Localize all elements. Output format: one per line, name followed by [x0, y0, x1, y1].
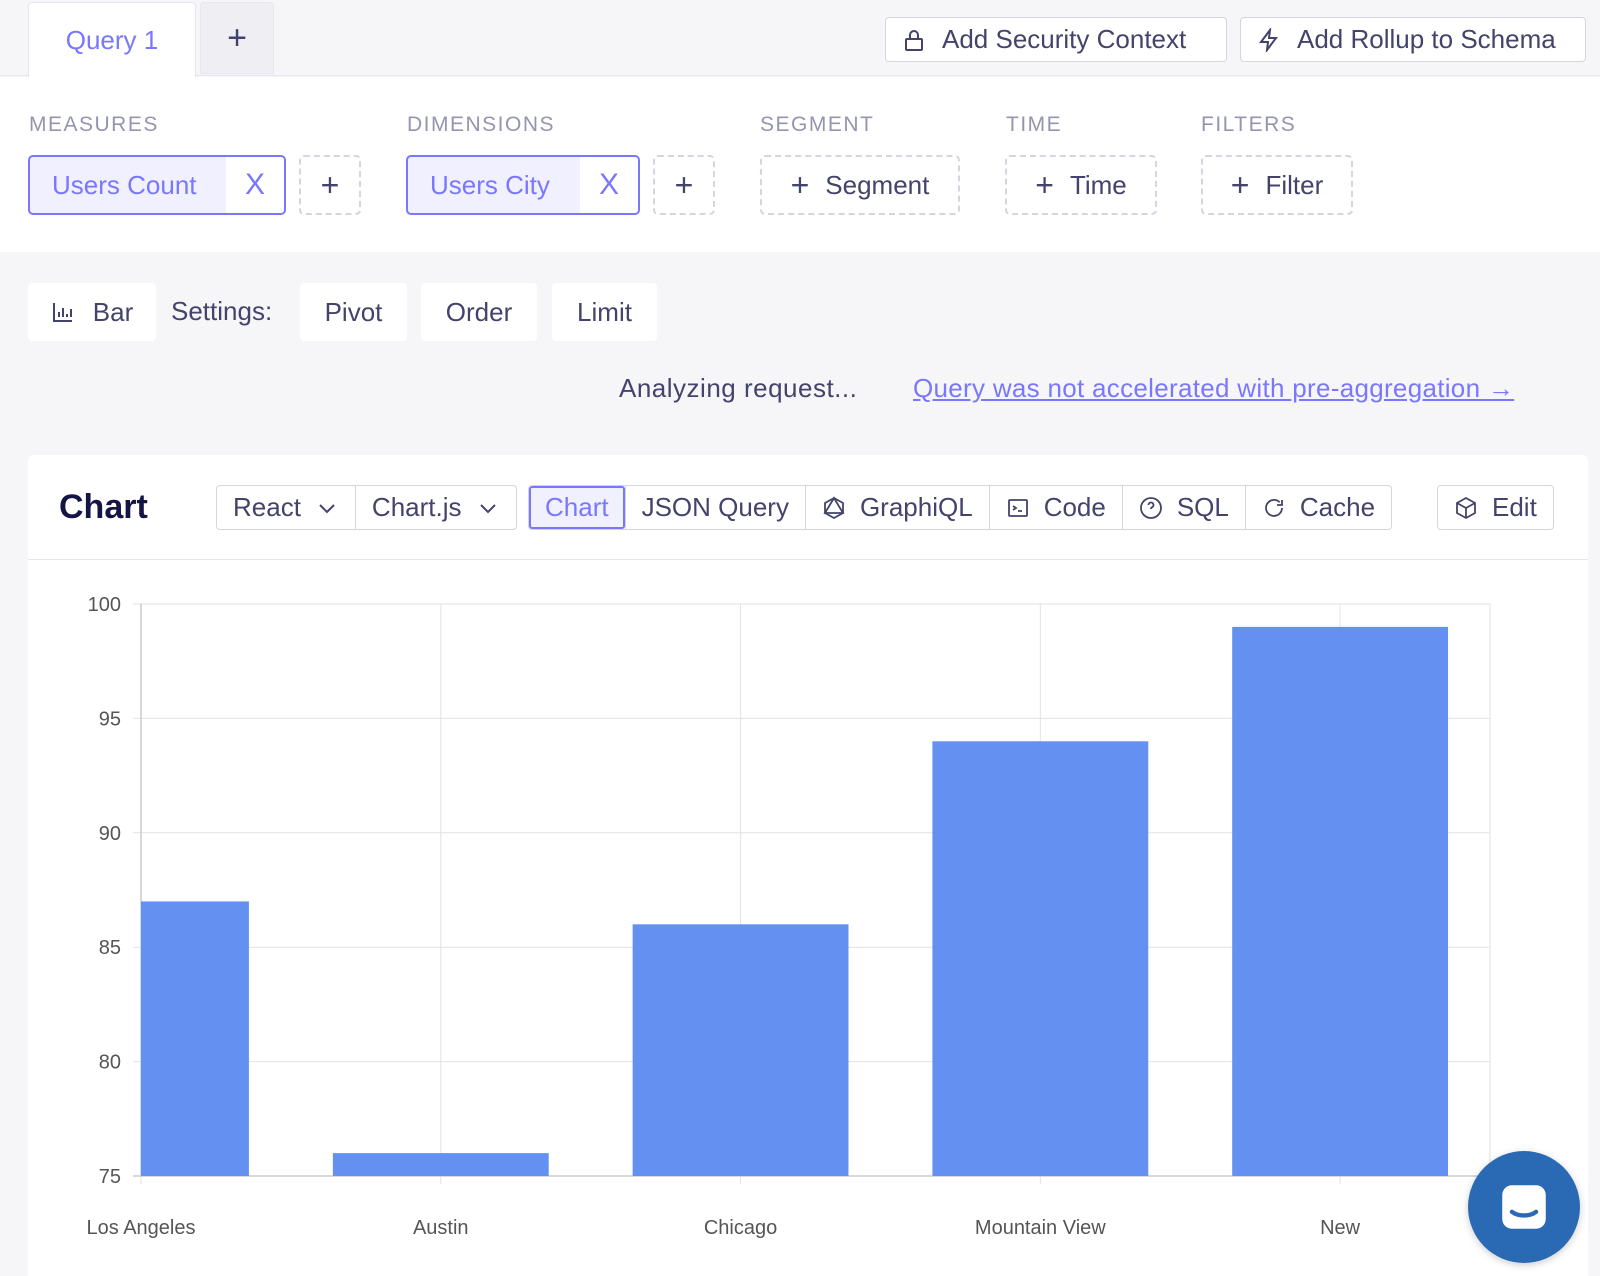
framework-dropdown[interactable]: React [217, 486, 355, 529]
tab-sql-label: SQL [1176, 492, 1229, 522]
bar-los-angeles [141, 901, 249, 1176]
pre-aggregation-link[interactable]: Query was not accelerated with pre-aggre… [913, 373, 1514, 404]
chart-type-label: Bar [92, 296, 134, 327]
bar-austin [332, 1153, 549, 1176]
lightning-icon [1259, 27, 1278, 52]
plus-icon: + [674, 166, 694, 203]
add-query-tab-button[interactable]: + [200, 2, 274, 74]
add-filter-label: Filter [1265, 169, 1324, 200]
card-title: Chart [59, 488, 148, 526]
y-tick-label: 100 [88, 594, 121, 616]
edit-label: Edit [1492, 492, 1537, 522]
analyzing-status: Analyzing request... [619, 373, 858, 403]
measure-pill-label[interactable]: Users Count [30, 157, 219, 213]
question-circle-icon [1139, 496, 1162, 519]
segment-label: SEGMENT [760, 113, 875, 136]
chat-launcher-button[interactable] [1468, 1151, 1580, 1263]
measures-label: MEASURES [29, 113, 159, 136]
framework-label: React [233, 492, 301, 522]
add-measure-button[interactable]: + [299, 155, 361, 215]
chart-card: Chart React Chart.js Chart JSON Query Gr… [28, 455, 1588, 1276]
remove-measure-icon[interactable]: X [226, 157, 284, 213]
x-tick-label: New [1320, 1217, 1361, 1239]
measure-pill-users-count[interactable]: Users Count X [28, 155, 286, 215]
bar-chart-icon [52, 303, 72, 322]
filters-label: FILTERS [1201, 113, 1297, 136]
time-label: TIME [1006, 113, 1063, 136]
y-tick-label: 75 [99, 1166, 121, 1188]
add-time-label: Time [1069, 169, 1127, 200]
y-tick-label: 90 [99, 823, 121, 845]
tab-graphiql[interactable]: GraphiQL [804, 486, 989, 529]
bar-chart: 75 80 85 90 95 100 Los Angeles Austin Chicago Mou… [28, 561, 1588, 1276]
edit-button-wrap: Edit [1437, 485, 1554, 530]
add-time-button[interactable]: + Time [1005, 155, 1157, 215]
chevron-down-icon [319, 503, 335, 513]
x-tick-label: Los Angeles [87, 1217, 196, 1239]
bar-chicago [632, 924, 849, 1176]
tab-json-query[interactable]: JSON Query [624, 486, 805, 529]
tab-chart[interactable]: Chart [529, 486, 625, 529]
chevron-down-icon [479, 503, 496, 513]
pivot-button[interactable]: Pivot [300, 283, 407, 341]
add-security-context-button[interactable]: Add Security Context [885, 17, 1227, 62]
tab-cache-label: Cache [1299, 492, 1376, 522]
plus-icon: + [790, 166, 810, 203]
dimension-pill-users-city[interactable]: Users City X [406, 155, 640, 215]
add-rollup-label: Add Rollup to Schema [1297, 24, 1556, 54]
x-tick-label: Austin [413, 1217, 469, 1239]
dimensions-label: DIMENSIONS [407, 113, 556, 136]
library-label: Chart.js [371, 492, 462, 522]
bar-new [1232, 626, 1449, 1176]
tab-query-1[interactable]: Query 1 [28, 2, 196, 77]
tab-sql[interactable]: SQL [1121, 486, 1245, 529]
plus-icon: + [1035, 166, 1054, 203]
x-tick-label: Chicago [704, 1217, 777, 1239]
add-segment-button[interactable]: + Segment [760, 155, 960, 215]
dimension-pill-label[interactable]: Users City [408, 157, 572, 213]
y-tick-label: 85 [99, 937, 121, 959]
tab-code[interactable]: Code [988, 486, 1122, 529]
limit-button[interactable]: Limit [552, 283, 657, 341]
lock-icon [905, 29, 923, 51]
graphql-icon [823, 495, 845, 519]
plus-icon: + [320, 166, 340, 203]
framework-selector: React Chart.js [216, 485, 517, 530]
x-tick-label: Mountain View [975, 1217, 1106, 1239]
add-filter-button[interactable]: + Filter [1201, 155, 1353, 215]
library-dropdown[interactable]: Chart.js [354, 486, 516, 529]
chart-type-dropdown[interactable]: Bar [28, 283, 156, 341]
tab-code-label: Code [1043, 492, 1106, 522]
remove-dimension-icon[interactable]: X [580, 157, 638, 213]
add-rollup-button[interactable]: Add Rollup to Schema [1240, 17, 1586, 62]
add-security-context-label: Add Security Context [942, 24, 1187, 54]
bar-chart-svg: 75 80 85 90 95 100 Los Angeles Austin Chicago Mou… [87, 594, 1491, 1239]
settings-label: Settings: [171, 296, 273, 326]
add-segment-label: Segment [825, 169, 930, 200]
view-tabs: Chart JSON Query GraphiQL Code SQL Cache [528, 485, 1393, 530]
chat-icon [1502, 1185, 1546, 1229]
bar-mountain-view [932, 741, 1149, 1176]
cube-icon [1456, 496, 1476, 519]
y-tick-label: 95 [99, 708, 121, 730]
edit-button[interactable]: Edit [1438, 486, 1553, 529]
order-button[interactable]: Order [421, 283, 537, 341]
add-dimension-button[interactable]: + [653, 155, 715, 215]
refresh-icon [1264, 498, 1283, 517]
terminal-icon [1007, 498, 1028, 517]
tab-graphiql-label: GraphiQL [859, 492, 973, 522]
plus-icon: + [1230, 166, 1250, 203]
chart-card-header: Chart React Chart.js Chart JSON Query Gr… [28, 455, 1588, 560]
y-tick-label: 80 [99, 1052, 121, 1074]
tab-cache[interactable]: Cache [1244, 486, 1391, 529]
